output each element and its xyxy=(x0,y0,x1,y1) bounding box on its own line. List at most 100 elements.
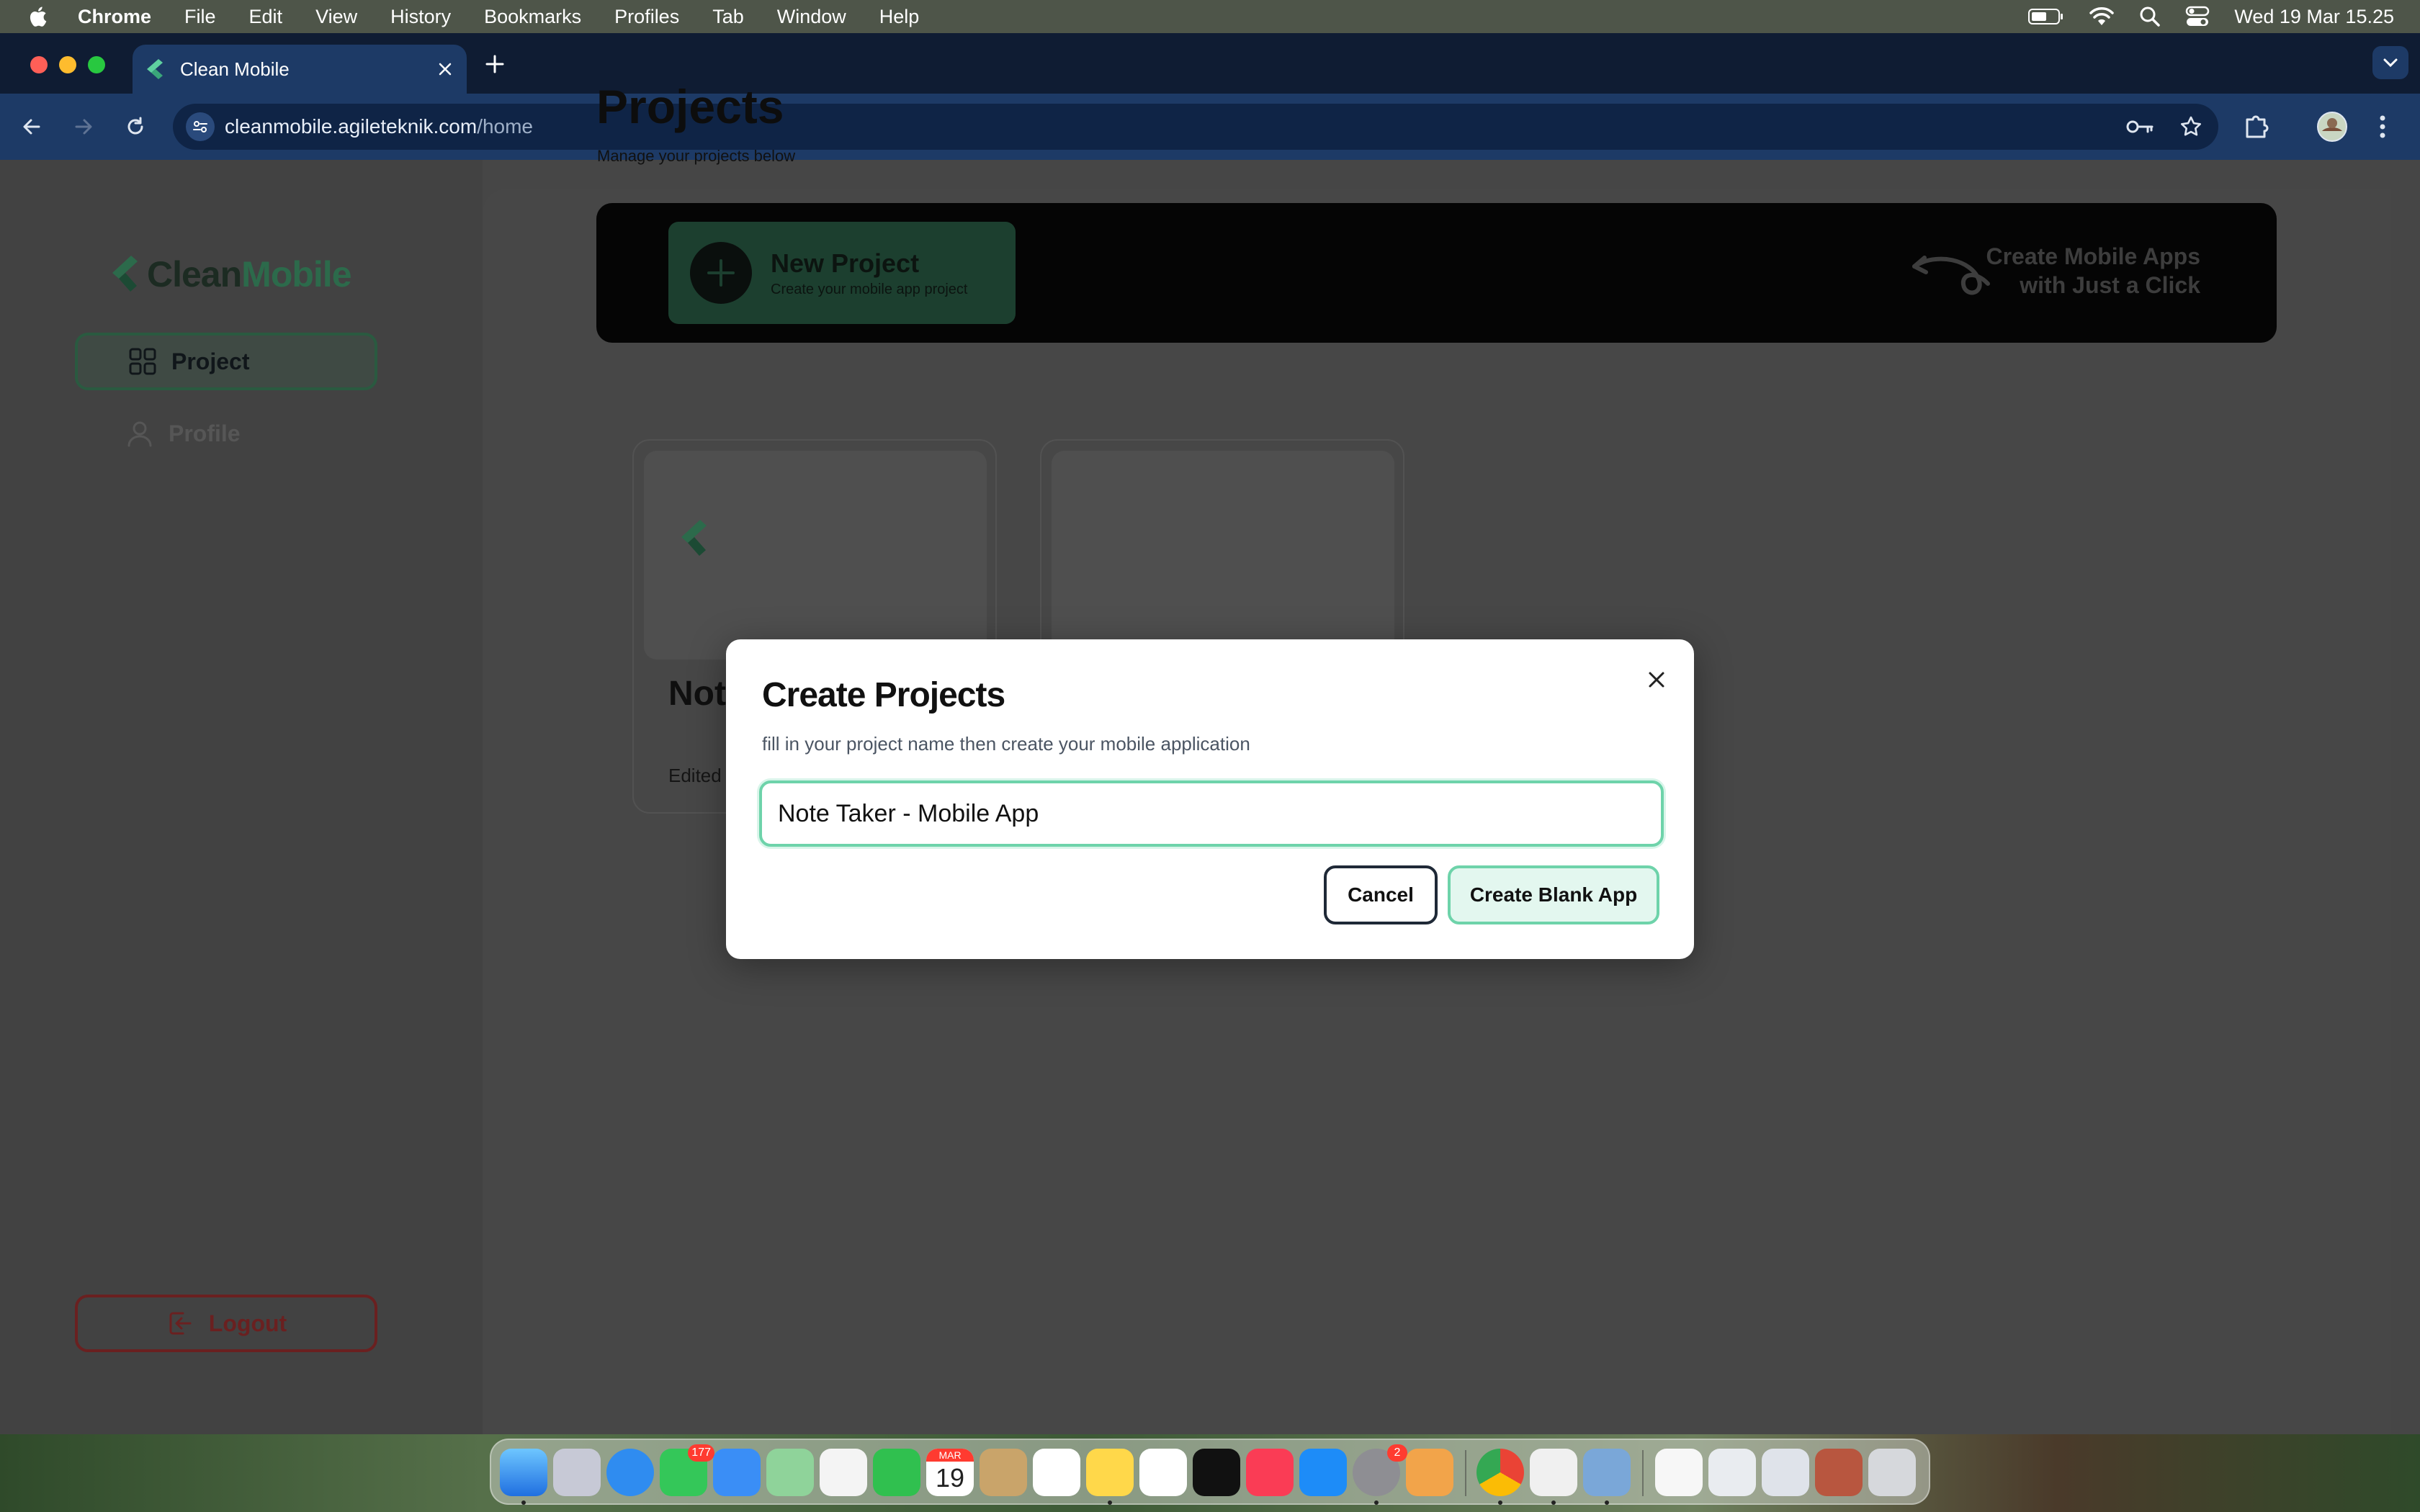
tab-close-icon[interactable] xyxy=(431,55,460,84)
arrow-right-icon xyxy=(75,119,92,135)
macos-dock: 177 MAR 19 2 xyxy=(490,1439,1930,1505)
window-minimize-button[interactable] xyxy=(59,56,76,73)
hero-banner: New Project Create your mobile app proje… xyxy=(596,203,2277,343)
menu-tab[interactable]: Tab xyxy=(712,6,744,28)
browser-tab-active[interactable]: Clean Mobile xyxy=(133,45,467,94)
freeform-icon[interactable] xyxy=(1139,1449,1187,1496)
launchpad-icon[interactable] xyxy=(553,1449,601,1496)
calendar-month: MAR xyxy=(926,1449,974,1462)
sidebar-item-project-label: Project xyxy=(171,348,250,374)
chrome-icon[interactable] xyxy=(1476,1449,1524,1505)
window-zoom-button[interactable] xyxy=(88,56,105,73)
running-indicator xyxy=(1108,1500,1112,1505)
calendar-day: 19 xyxy=(935,1463,965,1493)
running-indicator xyxy=(521,1500,526,1505)
arrow-left-icon xyxy=(23,119,40,135)
window-thumbnail-icon[interactable] xyxy=(1708,1449,1756,1496)
menu-profiles[interactable]: Profiles xyxy=(614,6,679,28)
reminders-icon[interactable] xyxy=(1033,1449,1080,1496)
menu-help[interactable]: Help xyxy=(879,6,920,28)
iphone-mirroring-icon[interactable] xyxy=(1406,1449,1453,1496)
photos-icon[interactable] xyxy=(820,1449,867,1496)
wifi-icon[interactable] xyxy=(2089,6,2115,27)
system-settings-icon[interactable]: 2 xyxy=(1353,1444,1407,1505)
menu-view[interactable]: View xyxy=(315,6,357,28)
running-indicator xyxy=(1551,1500,1556,1505)
downloads-stack-icon[interactable] xyxy=(1815,1449,1863,1496)
avatar-icon xyxy=(2317,112,2347,142)
password-key-icon[interactable] xyxy=(2126,118,2154,135)
menu-app-chrome[interactable]: Chrome xyxy=(78,6,151,28)
grid-icon xyxy=(129,348,156,375)
bookmark-star-icon[interactable] xyxy=(2179,115,2202,138)
mail-icon[interactable] xyxy=(713,1449,761,1496)
create-project-modal: Create Projects fill in your project nam… xyxy=(726,639,1694,959)
apple-icon[interactable] xyxy=(26,4,52,30)
browser-menu-button[interactable] xyxy=(2377,109,2388,144)
dock-separator xyxy=(1465,1450,1466,1496)
address-bar[interactable]: cleanmobile.agileteknik.com/home xyxy=(173,104,2218,150)
finder-icon[interactable] xyxy=(500,1449,547,1505)
notes-icon[interactable] xyxy=(1086,1449,1134,1505)
keyboard-thumbnail-icon[interactable] xyxy=(1762,1449,1809,1496)
modal-title: Create Projects xyxy=(762,676,1005,714)
battery-icon[interactable] xyxy=(2028,7,2064,26)
menu-edit[interactable]: Edit xyxy=(249,6,283,28)
music-icon[interactable] xyxy=(1246,1449,1294,1496)
facetime-icon[interactable] xyxy=(873,1449,920,1496)
preview-icon[interactable] xyxy=(1583,1449,1631,1505)
modal-description: fill in your project name then create yo… xyxy=(762,733,1250,755)
user-icon xyxy=(127,421,152,447)
logout-icon xyxy=(169,1312,192,1335)
cleanmobile-favicon-icon xyxy=(147,59,163,79)
new-tab-icon[interactable] xyxy=(483,52,507,76)
logout-button[interactable]: Logout xyxy=(75,1295,377,1352)
profile-avatar-button[interactable] xyxy=(2316,109,2348,144)
sidebar-item-profile[interactable]: Profile xyxy=(75,410,377,456)
puzzle-extension-icon xyxy=(2246,115,2269,138)
menu-history[interactable]: History xyxy=(390,6,451,28)
extensions-button[interactable] xyxy=(2241,109,2270,144)
new-project-button[interactable]: New Project Create your mobile app proje… xyxy=(668,222,1016,324)
new-project-text: New Project Create your mobile app proje… xyxy=(771,248,967,298)
logo-word-mobile: Mobile xyxy=(241,254,351,294)
trash-icon[interactable] xyxy=(1868,1449,1916,1496)
logo-wordmark: CleanMobile xyxy=(147,253,352,295)
modal-close-button[interactable] xyxy=(1641,664,1672,696)
document-thumbnail-icon[interactable] xyxy=(1655,1449,1703,1496)
safari-icon[interactable] xyxy=(606,1449,654,1496)
cleanmobile-logo[interactable]: CleanMobile xyxy=(108,253,352,295)
site-info-icon[interactable] xyxy=(186,112,215,141)
contacts-icon[interactable] xyxy=(980,1449,1027,1496)
tab-search-button[interactable] xyxy=(2372,46,2408,79)
menu-window[interactable]: Window xyxy=(777,6,846,28)
textedit-icon[interactable] xyxy=(1530,1449,1577,1505)
running-indicator xyxy=(1374,1500,1379,1505)
project-name-input[interactable] xyxy=(759,780,1664,847)
menu-bookmarks[interactable]: Bookmarks xyxy=(484,6,581,28)
chevron-down-icon xyxy=(2383,58,2398,68)
window-close-button[interactable] xyxy=(30,56,48,73)
app-store-icon[interactable] xyxy=(1299,1449,1347,1496)
back-button[interactable] xyxy=(17,112,46,141)
cancel-button[interactable]: Cancel xyxy=(1324,865,1438,924)
cleanmobile-logo-icon xyxy=(681,520,707,556)
url-path: /home xyxy=(477,115,534,138)
reload-button[interactable] xyxy=(121,112,150,141)
url-text[interactable]: cleanmobile.agileteknik.com/home xyxy=(225,115,533,138)
maps-icon[interactable] xyxy=(766,1449,814,1496)
apple-tv-icon[interactable] xyxy=(1193,1449,1240,1496)
spotlight-search-icon[interactable] xyxy=(2139,6,2161,27)
calendar-icon[interactable]: MAR 19 xyxy=(926,1449,974,1496)
messages-badge: 177 xyxy=(688,1444,714,1462)
messages-icon[interactable]: 177 xyxy=(660,1444,714,1496)
page-subtitle: Manage your projects below xyxy=(597,147,796,165)
sidebar-item-project[interactable]: Project xyxy=(75,333,377,390)
tagline-line-1: Create Mobile Apps xyxy=(1986,243,2200,269)
menubar-clock[interactable]: Wed 19 Mar 15.25 xyxy=(2234,6,2394,28)
forward-button[interactable] xyxy=(69,112,98,141)
url-host: cleanmobile.agileteknik.com xyxy=(225,115,478,138)
control-center-icon[interactable] xyxy=(2185,6,2210,27)
menu-file[interactable]: File xyxy=(184,6,216,28)
create-blank-app-button[interactable]: Create Blank App xyxy=(1448,865,1659,924)
